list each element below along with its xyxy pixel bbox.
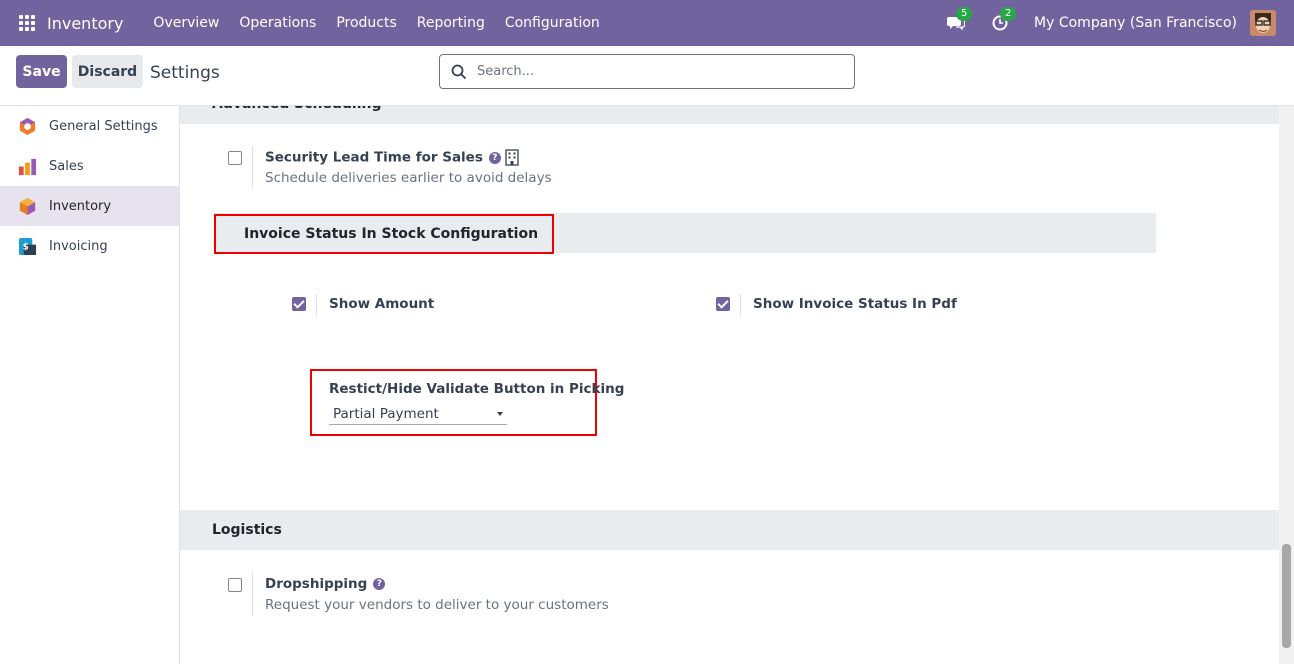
divider (740, 294, 741, 316)
sidebar-item-invoicing[interactable]: $ Invoicing (0, 226, 179, 266)
help-icon[interactable]: ? (488, 151, 501, 164)
search-bar[interactable] (439, 54, 855, 89)
show-invoice-status-pdf-checkbox[interactable] (716, 297, 730, 311)
section-title-logistics: Logistics (180, 510, 1279, 550)
setting-title-text: Dropshipping (265, 576, 368, 592)
sidebar-item-label: Invoicing (49, 238, 108, 254)
restrict-validate-label: Restict/Hide Validate Button in Picking (329, 381, 625, 397)
menu-operations[interactable]: Operations (229, 0, 326, 46)
divider (316, 294, 317, 316)
search-input[interactable] (477, 64, 817, 79)
discard-button[interactable]: Discard (72, 55, 143, 88)
breadcrumb: Settings (150, 63, 220, 83)
top-navbar: Inventory Overview Operations Products R… (0, 0, 1294, 46)
chevron-down-icon (497, 412, 503, 416)
security-lead-time-description: Schedule deliveries earlier to avoid del… (265, 170, 552, 186)
messages-badge: 5 (956, 7, 973, 21)
menu-reporting[interactable]: Reporting (407, 0, 495, 46)
scrollbar-thumb[interactable] (1282, 544, 1291, 648)
inventory-app-icon (19, 197, 36, 215)
dropshipping-title: Dropshipping? (265, 576, 386, 592)
activities-button[interactable]: 2 (990, 7, 1017, 33)
systray: 5 2 My Company (San Francisco) (946, 0, 1294, 46)
app-brand[interactable]: Inventory (47, 14, 123, 33)
general-settings-icon (19, 117, 36, 135)
section-title-advanced-scheduling: Advanced Scheduling (180, 106, 1279, 124)
sidebar-item-label: Inventory (49, 198, 112, 214)
scrollbar[interactable] (1279, 106, 1294, 664)
company-building-icon (505, 149, 519, 166)
company-switcher[interactable]: My Company (San Francisco) (1034, 15, 1237, 31)
svg-text:$: $ (23, 242, 29, 252)
show-invoice-status-pdf-label: Show Invoice Status In Pdf (753, 296, 957, 312)
sidebar-item-label: General Settings (49, 118, 158, 134)
search-icon (451, 64, 467, 79)
security-lead-time-checkbox[interactable] (228, 151, 242, 165)
show-amount-checkbox[interactable] (292, 297, 306, 311)
show-amount-label: Show Amount (329, 296, 435, 312)
avatar-image-icon (1250, 10, 1276, 36)
restrict-validate-select[interactable]: Partial Payment (329, 403, 507, 425)
activities-badge: 2 (1000, 7, 1017, 21)
messages-button[interactable]: 5 (946, 7, 973, 33)
select-value: Partial Payment (333, 405, 439, 422)
app-menu-icon[interactable] (19, 15, 35, 31)
save-button[interactable]: Save (16, 55, 67, 88)
menu-overview[interactable]: Overview (143, 0, 229, 46)
security-lead-time-title: Security Lead Time for Sales? (265, 149, 519, 166)
invoicing-app-icon: $ (18, 237, 37, 255)
sidebar-item-label: Sales (49, 158, 84, 174)
help-icon[interactable]: ? (373, 578, 386, 590)
sales-app-icon (18, 158, 37, 175)
menu-products[interactable]: Products (326, 0, 406, 46)
main-menu: Overview Operations Products Reporting C… (143, 0, 609, 46)
user-avatar[interactable] (1250, 10, 1276, 36)
sidebar-item-sales[interactable]: Sales (0, 146, 179, 186)
divider (252, 146, 253, 188)
sidebar-item-general-settings[interactable]: General Settings (0, 106, 179, 146)
control-panel: Save Discard Settings (0, 46, 1294, 106)
restrict-validate-field-group: Restict/Hide Validate Button in Picking … (310, 369, 624, 436)
setting-title-text: Security Lead Time for Sales (265, 149, 483, 166)
dropshipping-description: Request your vendors to deliver to your … (265, 597, 609, 613)
divider (252, 572, 253, 616)
sidebar-item-inventory[interactable]: Inventory (0, 186, 179, 226)
settings-sidebar: General Settings Sales Inventory $ Invoi… (0, 106, 180, 664)
settings-main: Advanced Scheduling Security Lead Time f… (180, 106, 1279, 664)
invoice-status-section-title: Invoice Status In Stock Configuration (214, 214, 554, 254)
dropshipping-checkbox[interactable] (228, 578, 242, 592)
menu-configuration[interactable]: Configuration (495, 0, 610, 46)
